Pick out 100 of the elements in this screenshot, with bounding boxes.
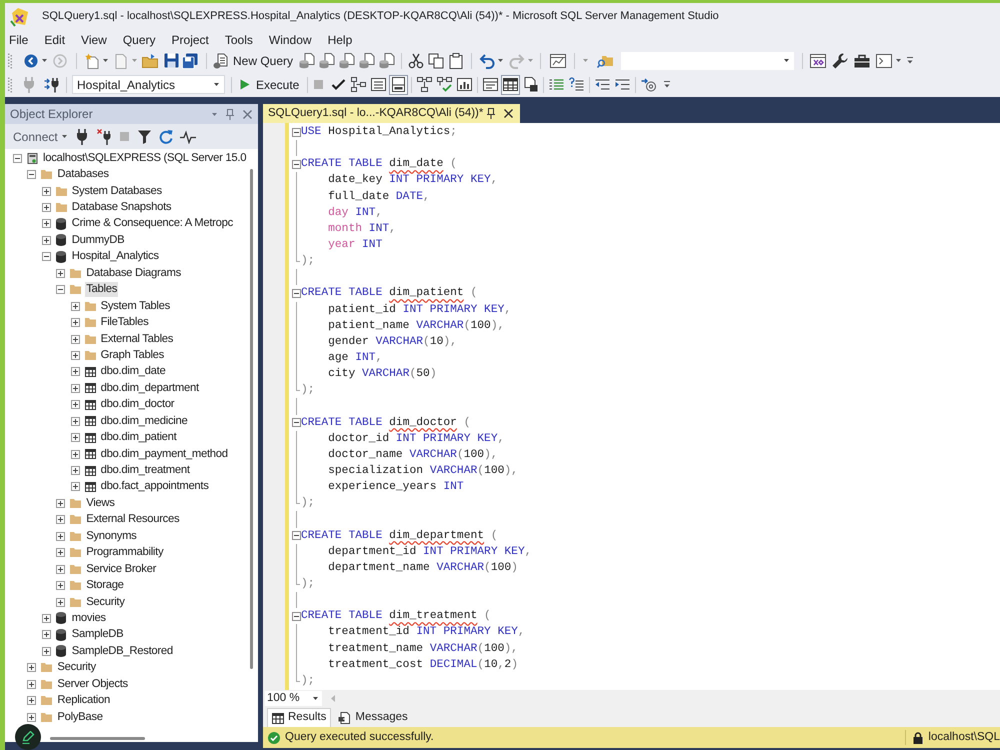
grip-icon[interactable]: [8, 52, 12, 68]
menu-item[interactable]: Window: [268, 30, 312, 48]
zoom-dropdown[interactable]: 100 %: [265, 691, 322, 706]
execute-button[interactable]: Execute: [237, 74, 302, 94]
expand-icon[interactable]: [70, 450, 80, 459]
tree-item[interactable]: Hospital_Analytics: [70, 249, 160, 264]
tree-item[interactable]: dbo.dim_date: [100, 364, 166, 380]
terminal-icon[interactable]: [876, 54, 892, 68]
copy-icon[interactable]: [428, 52, 444, 68]
tree-item[interactable]: dbo.dim_payment_method: [100, 446, 229, 462]
collapse-icon[interactable]: [56, 285, 66, 294]
database-query-icon[interactable]: [379, 52, 396, 68]
toolbar-button[interactable]: [435, 74, 454, 94]
caret-icon[interactable]: [784, 59, 790, 62]
tree-item[interactable]: dbo.fact_appointments: [100, 479, 210, 494]
menu-item[interactable]: Edit: [44, 30, 66, 48]
tree-item[interactable]: Security: [56, 660, 97, 676]
toolbar-button[interactable]: [501, 74, 520, 94]
database-query-icon[interactable]: [299, 52, 316, 68]
expand-icon[interactable]: [56, 548, 66, 558]
expand-icon[interactable]: [70, 482, 80, 492]
expand-icon[interactable]: [27, 680, 36, 689]
collapse-icon[interactable]: [27, 170, 36, 180]
expand-icon[interactable]: [42, 630, 51, 640]
tree-item[interactable]: Database Diagrams: [85, 266, 182, 281]
expand-icon[interactable]: [56, 532, 66, 541]
tree-item[interactable]: dbo.dim_patient: [100, 430, 178, 446]
expand-icon[interactable]: [42, 219, 51, 228]
tree-item[interactable]: localhost\SQLEXPRESS (SQL Server 15.0: [42, 150, 248, 166]
pin-icon[interactable]: [487, 108, 495, 119]
back-icon[interactable]: [24, 54, 38, 68]
toolbox-icon[interactable]: [854, 54, 870, 68]
tree-item[interactable]: Programmability: [85, 545, 164, 560]
tree-item[interactable]: movies: [70, 610, 107, 626]
collapse-icon[interactable]: [292, 531, 301, 540]
expand-icon[interactable]: [70, 433, 80, 442]
plug-arrows-icon[interactable]: [44, 76, 60, 92]
expand-icon[interactable]: [56, 268, 66, 278]
expand-icon[interactable]: [42, 614, 51, 623]
menu-item[interactable]: File: [9, 30, 28, 48]
expand-icon[interactable]: [56, 581, 66, 590]
expand-icon[interactable]: [70, 318, 80, 328]
plug-icon[interactable]: [74, 128, 89, 144]
expand-icon[interactable]: [56, 564, 66, 574]
tree-item[interactable]: FileTables: [100, 315, 150, 330]
expand-icon[interactable]: [42, 646, 51, 656]
tree-item[interactable]: Database Snapshots: [70, 200, 172, 216]
database-query-icon[interactable]: [339, 52, 356, 68]
folder-icon[interactable]: [142, 54, 158, 68]
tree-item[interactable]: Views: [85, 496, 116, 511]
expand-icon[interactable]: [70, 416, 80, 426]
caret-icon[interactable]: [896, 59, 902, 62]
output-tab[interactable]: Results: [267, 708, 332, 727]
filter-icon[interactable]: [138, 130, 151, 144]
database-query-icon[interactable]: [359, 52, 376, 68]
expand-icon[interactable]: [70, 334, 80, 344]
caret-icon[interactable]: [62, 135, 67, 138]
overflow-icon[interactable]: [907, 57, 914, 64]
collapse-icon[interactable]: [292, 128, 301, 137]
tree-item[interactable]: Databases: [56, 167, 110, 182]
refresh-icon[interactable]: [158, 129, 173, 144]
collapse-icon[interactable]: [292, 418, 301, 428]
wrench-icon[interactable]: [832, 52, 848, 68]
expand-icon[interactable]: [42, 203, 51, 212]
menu-item[interactable]: Tools: [224, 30, 253, 48]
tree-item[interactable]: Server Objects: [56, 676, 129, 692]
expand-icon[interactable]: [27, 663, 36, 672]
tree-item[interactable]: System Databases: [70, 184, 163, 199]
document-star-icon[interactable]: [84, 52, 100, 68]
new-query-button[interactable]: New Query: [211, 50, 296, 70]
database-query-icon[interactable]: [319, 52, 336, 68]
database-dropdown[interactable]: Hospital_Analytics: [72, 75, 225, 94]
caret-icon[interactable]: [313, 697, 318, 700]
caret-icon[interactable]: [103, 59, 108, 62]
window-chart-icon[interactable]: [550, 52, 566, 68]
expand-icon[interactable]: [70, 400, 80, 410]
expand-icon[interactable]: [70, 466, 80, 476]
expand-icon[interactable]: [56, 498, 66, 508]
close-icon[interactable]: [504, 109, 513, 118]
expand-icon[interactable]: [27, 696, 36, 706]
tree-item[interactable]: dbo.dim_treatment: [100, 463, 191, 478]
output-tab[interactable]: Messages: [334, 708, 412, 727]
toolbar-button[interactable]: [349, 74, 368, 94]
expand-icon[interactable]: [27, 712, 36, 722]
plug-x-icon[interactable]: [96, 128, 111, 144]
menu-item[interactable]: View: [81, 30, 107, 48]
tree-item[interactable]: SampleDB_Restored: [70, 644, 174, 659]
caret-icon[interactable]: [214, 83, 219, 86]
tree-item[interactable]: Storage: [85, 578, 125, 594]
expand-icon[interactable]: [70, 367, 80, 376]
tree-item[interactable]: dbo.dim_medicine: [100, 414, 188, 429]
window-icon[interactable]: [810, 52, 826, 68]
collapse-icon[interactable]: [292, 612, 301, 621]
collapse-icon[interactable]: [42, 252, 51, 262]
toolbar-button[interactable]: [415, 74, 434, 94]
expand-icon[interactable]: [70, 302, 80, 311]
connect-button[interactable]: Connect: [13, 128, 67, 146]
expand-icon[interactable]: [70, 350, 80, 360]
menu-item[interactable]: Query: [122, 30, 156, 48]
menu-item[interactable]: Help: [328, 30, 352, 48]
